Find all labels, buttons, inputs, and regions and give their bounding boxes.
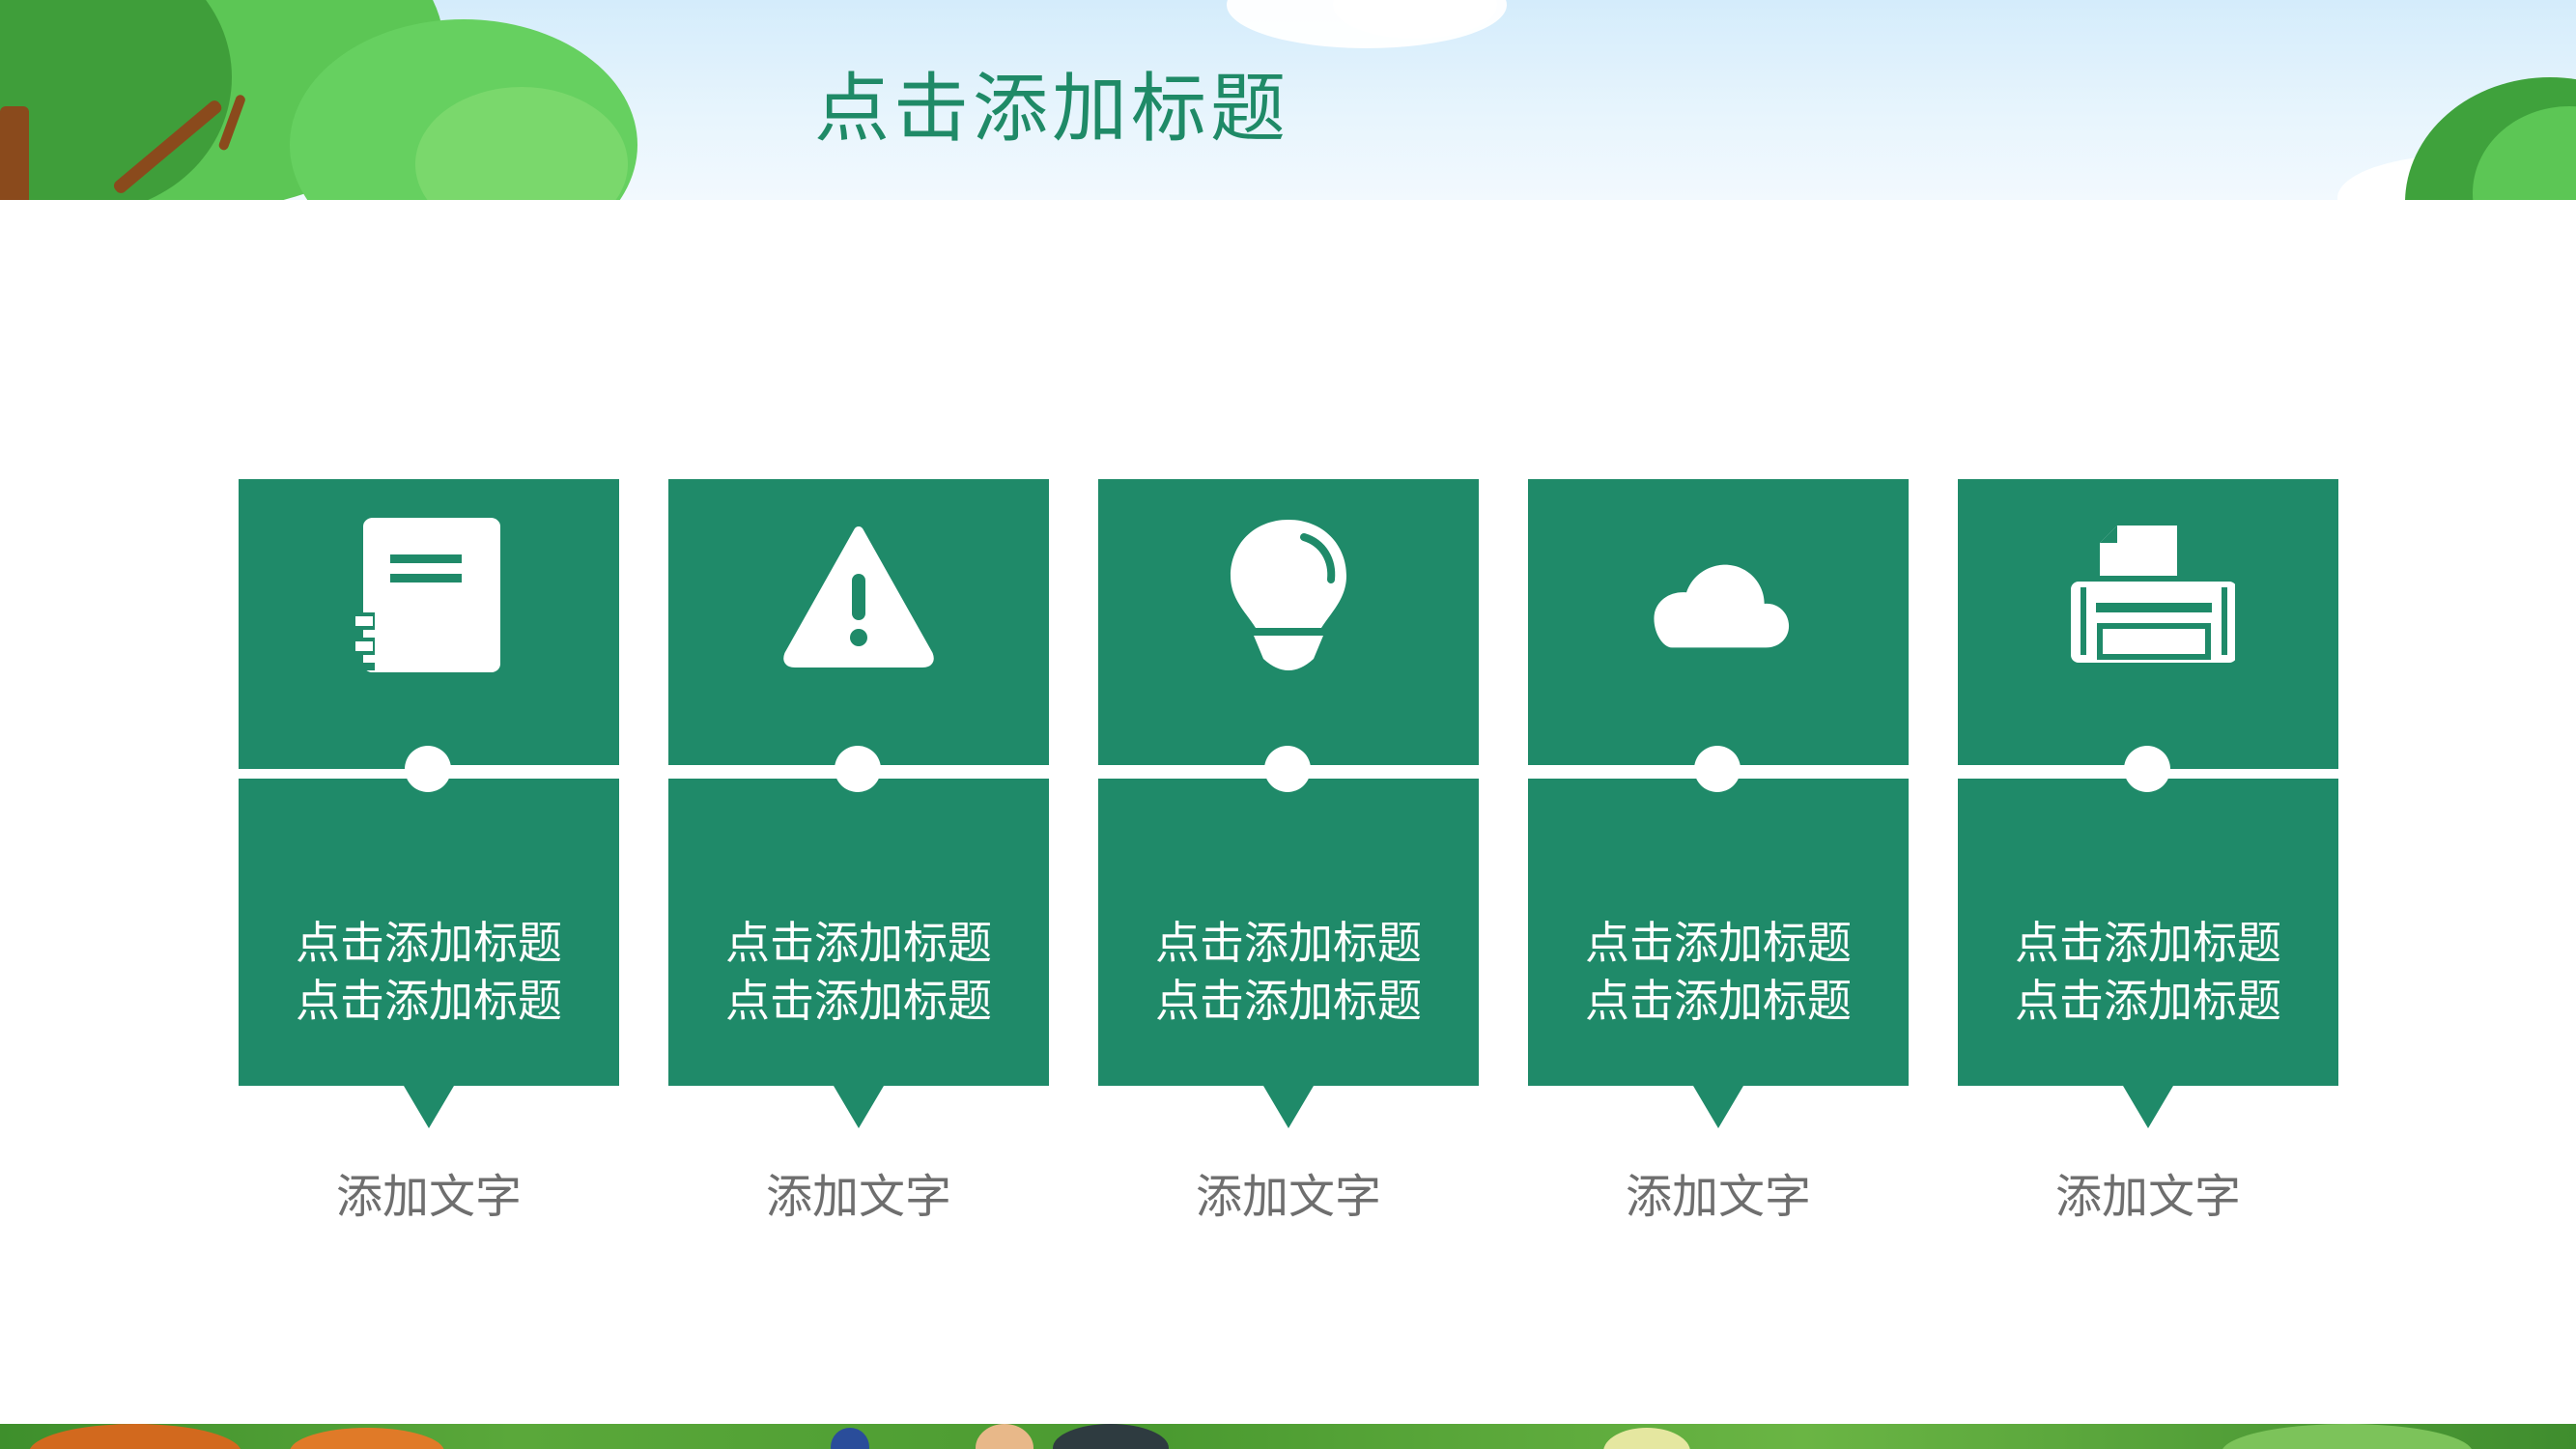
branch-decoration <box>0 106 29 200</box>
card-text-line: 点击添加标题 <box>296 917 562 969</box>
card-pointer <box>1263 1086 1314 1128</box>
card-text-line: 点击添加标题 <box>1155 975 1422 1027</box>
ground-detail <box>976 1424 1033 1449</box>
warning-icon <box>783 526 934 668</box>
card-text-line: 点击添加标题 <box>2015 917 2281 969</box>
card-text-line: 点击添加标题 <box>725 917 992 969</box>
lightbulb-icon <box>1231 520 1346 670</box>
timeline-node <box>835 746 881 792</box>
timeline-node <box>2124 746 2170 792</box>
ground-decoration <box>0 1424 2576 1449</box>
card-text-line: 点击添加标题 <box>296 975 562 1027</box>
timeline-card-4: 点击添加标题 点击添加标题 添加文字 <box>1528 479 1909 1224</box>
page-title[interactable]: 点击添加标题 <box>814 56 1289 162</box>
card-text[interactable]: 点击添加标题 点击添加标题 <box>1958 914 2338 1030</box>
ground-detail <box>1053 1424 1169 1449</box>
card-text-line: 点击添加标题 <box>1155 917 1422 969</box>
card-text[interactable]: 点击添加标题 点击添加标题 <box>1098 914 1479 1030</box>
timeline-connector <box>1958 765 2147 773</box>
notebook-icon <box>352 518 500 672</box>
ground-detail <box>290 1428 444 1449</box>
timeline-node <box>1264 746 1311 792</box>
card-text-line: 点击添加标题 <box>725 975 992 1027</box>
timeline-card-5: 点击添加标题 点击添加标题 添加文字 <box>1958 479 2338 1224</box>
card-text-line: 点击添加标题 <box>1585 975 1852 1027</box>
ground-detail <box>831 1428 869 1449</box>
card-caption[interactable]: 添加文字 <box>668 1167 1049 1227</box>
timeline-node <box>405 746 451 792</box>
card-text-line: 点击添加标题 <box>2015 975 2281 1027</box>
timeline-card-3: 点击添加标题 点击添加标题 添加文字 <box>1098 479 1479 1224</box>
printer-icon <box>2071 526 2235 663</box>
timeline-card-2: 点击添加标题 点击添加标题 添加文字 <box>668 479 1049 1224</box>
card-pointer <box>1693 1086 1743 1128</box>
ground-detail <box>29 1424 241 1449</box>
card-pointer <box>834 1086 884 1128</box>
card-text[interactable]: 点击添加标题 点击添加标题 <box>239 914 619 1030</box>
card-caption[interactable]: 添加文字 <box>1958 1167 2338 1227</box>
timeline-connector <box>428 765 619 773</box>
card-pointer <box>2123 1086 2173 1128</box>
ground-detail <box>1603 1428 1690 1449</box>
timeline-card-1: 点击添加标题 点击添加标题 添加文字 <box>239 479 619 1224</box>
card-text-line: 点击添加标题 <box>1585 917 1852 969</box>
cloud-icon <box>1654 564 1790 648</box>
card-pointer <box>404 1086 454 1128</box>
card-text[interactable]: 点击添加标题 点击添加标题 <box>1528 914 1909 1030</box>
card-text[interactable]: 点击添加标题 点击添加标题 <box>668 914 1049 1030</box>
card-caption[interactable]: 添加文字 <box>1528 1167 1909 1227</box>
ground-detail <box>2222 1424 2473 1449</box>
card-caption[interactable]: 添加文字 <box>239 1167 619 1227</box>
timeline-node <box>1694 746 1741 792</box>
card-caption[interactable]: 添加文字 <box>1098 1167 1479 1227</box>
